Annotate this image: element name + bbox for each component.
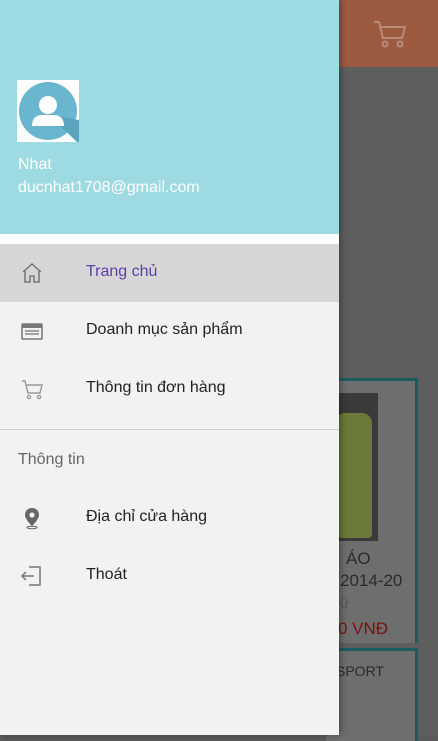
menu-item-label: Thoát [86,566,127,583]
location-pin-icon [20,506,44,530]
menu-item-label: Trang chủ [86,263,158,280]
user-name: Nhat [18,156,52,173]
product-card[interactable]: SPORT [326,648,418,741]
product-card[interactable]: ÁO 2014-20 ữ 0 VNĐ [326,378,418,643]
menu-item-orders[interactable]: Thông tin đơn hàng [0,360,339,418]
shirt-image [338,413,372,538]
menu-item-logout[interactable]: Thoát [0,547,339,605]
cart-icon [20,377,44,401]
section-title: Thông tin [18,451,85,468]
category-icon [20,319,44,343]
menu-item-categories[interactable]: Doanh mục sản phẩm [0,302,339,360]
menu-item-store-address[interactable]: Địa chỉ cửa hàng [0,489,339,547]
menu-item-home[interactable]: Trang chủ [0,244,339,302]
product-image [338,393,378,541]
logout-icon [20,564,44,588]
drawer-header: Nhat ducnhat1708@gmail.com [0,0,339,234]
product-name: SPORT [336,663,384,679]
menu-divider [0,429,339,430]
user-email: ducnhat1708@gmail.com [18,179,200,196]
header-divider [0,234,339,244]
home-icon [20,261,44,285]
user-avatar-icon [19,82,79,142]
menu-item-label: Thông tin đơn hàng [86,379,226,396]
product-name-line1: ÁO [346,549,371,568]
avatar[interactable] [17,80,79,142]
menu-item-label: Địa chỉ cửa hàng [86,508,207,525]
cart-icon[interactable] [372,18,408,50]
menu-item-label: Doanh mục sản phẩm [86,321,243,338]
product-subtitle: ữ [340,595,350,611]
product-name-line2: 2014-20 [340,571,403,590]
navigation-drawer: Nhat ducnhat1708@gmail.com Trang chủ Doa… [0,0,339,735]
product-price: 0 VNĐ [338,619,389,638]
